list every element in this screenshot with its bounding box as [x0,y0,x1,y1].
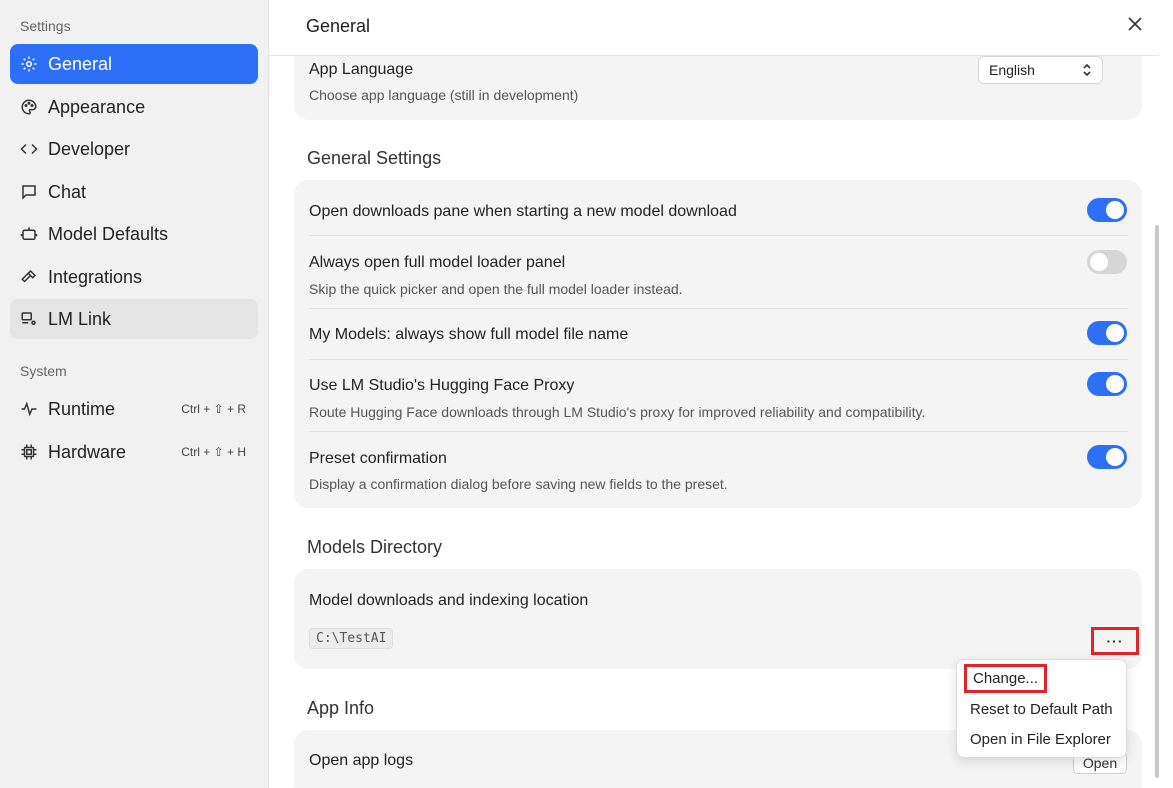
toggle-open-downloads-pane[interactable] [1087,198,1127,222]
menu-item-reset-default-path[interactable]: Reset to Default Path [970,701,1113,718]
sidebar-item-appearance[interactable]: Appearance [10,87,258,127]
close-icon [1128,16,1142,36]
more-options-button[interactable]: ··· [1091,627,1139,655]
setting-label: Preset confirmation [309,450,447,467]
sidebar-item-label: Integrations [48,266,143,287]
sidebar-item-runtime[interactable]: Runtime Ctrl + ⇧ + R [10,389,258,429]
setting-label: Open downloads pane when starting a new … [309,203,737,220]
sidebar-item-general[interactable]: General [10,44,258,84]
code-icon [20,140,38,158]
menu-item-change[interactable]: Change... [964,664,1048,693]
sidebar-item-label: LM Link [48,308,112,329]
language-selected-value: English [989,62,1035,78]
settings-heading: Settings [20,18,71,34]
app-info-title: App Info [307,698,375,718]
system-heading: System [20,363,67,379]
directory-context-menu: Change... Reset to Default Path Open in … [956,659,1127,758]
models-directory-title: Models Directory [307,537,443,557]
header-bar: General [269,0,1159,56]
robot-icon [20,225,38,243]
open-app-logs-label: Open app logs [309,752,414,769]
sidebar-item-model-defaults[interactable]: Model Defaults [10,214,258,254]
sidebar-item-label: Appearance [48,96,146,117]
language-select[interactable]: English [978,56,1103,84]
divider [309,359,1128,360]
shortcut-hint: Ctrl + ⇧ + R [181,402,246,416]
setting-description: Route Hugging Face downloads through LM … [309,404,926,420]
divider [309,308,1128,309]
sidebar-item-label: General [48,53,113,74]
sidebar-item-chat[interactable]: Chat [10,172,258,212]
sidebar-item-label: Runtime [48,398,116,419]
models-directory-card: Model downloads and indexing location C:… [294,569,1142,669]
app-language-description: Choose app language (still in developmen… [309,87,579,103]
chat-bubble-icon [20,183,38,201]
general-settings-card: Open downloads pane when starting a new … [294,180,1142,508]
sidebar-item-label: Model Defaults [48,223,169,244]
toggle-full-model-file-name[interactable] [1087,321,1127,345]
pulse-icon [20,400,38,418]
gear-icon [20,55,38,73]
sidebar-item-label: Hardware [48,441,127,462]
palette-icon [20,98,38,116]
sidebar-item-lm-link[interactable]: LM Link [10,299,258,339]
toggle-hf-proxy[interactable] [1087,372,1127,396]
toggle-full-model-loader[interactable] [1087,250,1127,274]
sidebar-item-label: Chat [48,181,87,202]
general-settings-title: General Settings [307,148,442,168]
sidebar: Settings General Appearance Developer Ch… [0,0,269,788]
close-button[interactable] [1123,14,1147,38]
chip-icon [20,443,38,461]
models-directory-label: Model downloads and indexing location [309,592,589,609]
page-title: General [306,16,371,36]
sidebar-item-developer[interactable]: Developer [10,129,258,169]
hammer-icon [20,268,38,286]
chevron-up-down-icon [1082,63,1092,80]
menu-item-open-file-explorer[interactable]: Open in File Explorer [970,731,1111,748]
setting-description: Skip the quick picker and open the full … [309,281,683,297]
setting-label: Always open full model loader panel [309,254,566,271]
setting-label: Use LM Studio's Hugging Face Proxy [309,377,575,394]
shortcut-hint: Ctrl + ⇧ + H [181,445,246,459]
sidebar-item-label: Developer [48,138,131,159]
link-device-icon [20,310,38,328]
app-language-label: App Language [309,61,414,78]
sidebar-item-hardware[interactable]: Hardware Ctrl + ⇧ + H [10,432,258,472]
setting-description: Display a confirmation dialog before sav… [309,476,728,492]
divider [309,235,1128,236]
models-directory-path: C:\TestAI [309,628,394,649]
divider [309,431,1128,432]
setting-label: My Models: always show full model file n… [309,326,629,343]
ellipsis-icon: ··· [1106,633,1124,649]
scrollbar[interactable] [1155,225,1159,778]
toggle-preset-confirmation[interactable] [1087,445,1127,469]
sidebar-item-integrations[interactable]: Integrations [10,257,258,297]
